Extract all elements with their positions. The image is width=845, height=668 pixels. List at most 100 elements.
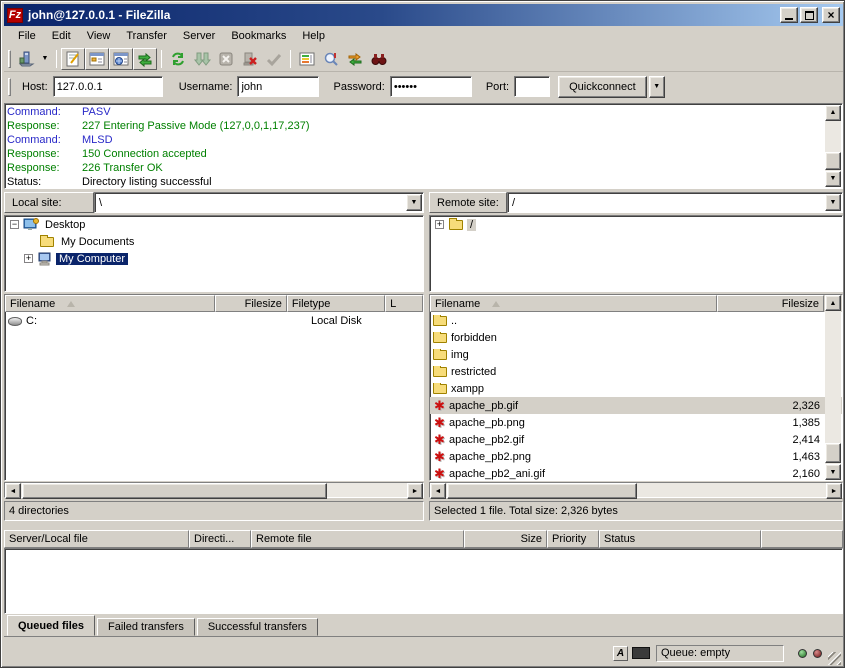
directory-filter-button[interactable] (295, 48, 319, 70)
tree-item-my-documents[interactable]: My Documents (5, 233, 423, 250)
tab-successful-transfers[interactable]: Successful transfers (197, 618, 318, 636)
speed-limits-icon[interactable] (632, 647, 650, 659)
remote-file-row[interactable]: restricted (430, 363, 842, 380)
column-last-modified[interactable]: L (385, 295, 423, 312)
password-input[interactable] (390, 76, 472, 97)
tab-failed-transfers[interactable]: Failed transfers (97, 618, 195, 636)
remote-file-row[interactable]: .. (430, 312, 842, 329)
scroll-up-button[interactable]: ▲ (825, 295, 841, 311)
refresh-button[interactable] (166, 48, 190, 70)
dropdown-arrow-icon: ▼ (42, 55, 49, 62)
maximize-button[interactable] (800, 7, 818, 23)
tree-item-my-computer[interactable]: + My Computer (5, 250, 423, 267)
column-filesize[interactable]: Filesize (717, 295, 824, 312)
quickconnect-dropdown[interactable]: ▼ (649, 76, 665, 98)
cancel-operation-button[interactable] (214, 48, 238, 70)
remote-site-combo[interactable]: / ▼ (507, 192, 843, 213)
username-input[interactable] (237, 76, 319, 97)
scroll-down-button[interactable]: ▼ (825, 171, 841, 187)
quickconnect-grip[interactable] (8, 78, 11, 96)
column-filesize[interactable]: Filesize (215, 295, 287, 312)
synchronized-browsing-button[interactable] (343, 48, 367, 70)
process-queue-button[interactable] (190, 48, 214, 70)
queue-list[interactable] (4, 548, 843, 614)
tree-item-desktop[interactable]: − Desktop (5, 216, 423, 233)
column-filename[interactable]: Filename (430, 295, 717, 312)
titlebar[interactable]: Fz john@127.0.0.1 - FileZilla × (4, 4, 843, 26)
close-button[interactable]: × (822, 7, 840, 23)
scroll-right-button[interactable]: ► (826, 483, 842, 499)
remote-file-row[interactable]: forbidden (430, 329, 842, 346)
remote-status: Selected 1 file. Total size: 2,326 bytes (429, 501, 843, 521)
remote-file-row[interactable]: ✱apache_pb2_ani.gif 2,160 (430, 465, 842, 481)
expand-icon[interactable]: + (435, 220, 444, 229)
toggle-local-tree-button[interactable] (85, 48, 109, 70)
toolbar-grip[interactable] (8, 50, 11, 68)
filter-icon (298, 50, 316, 68)
message-log[interactable]: Command:PASV Response:227 Entering Passi… (4, 103, 843, 189)
local-hscrollbar[interactable]: ◄ ► (4, 482, 424, 498)
remote-file-row[interactable]: img (430, 346, 842, 363)
menu-bookmarks[interactable]: Bookmarks (223, 28, 294, 44)
column-filename[interactable]: Filename (5, 295, 215, 312)
column-size[interactable]: Size (464, 530, 547, 548)
remote-file-row[interactable]: ✱apache_pb.png 1,385 (430, 414, 842, 431)
resize-grip[interactable] (828, 652, 841, 665)
collapse-icon[interactable]: − (10, 220, 19, 229)
column-filetype[interactable]: Filetype (287, 295, 385, 312)
menu-file[interactable]: File (10, 28, 44, 44)
menu-server[interactable]: Server (175, 28, 223, 44)
site-manager-dropdown[interactable]: ▼ (38, 48, 52, 70)
menu-view[interactable]: View (79, 28, 119, 44)
menu-help[interactable]: Help (294, 28, 333, 44)
column-label: Priority (552, 533, 586, 545)
local-file-row[interactable]: C: Local Disk (5, 312, 423, 329)
remote-vscrollbar[interactable]: ▲ ▼ (825, 295, 841, 480)
scroll-left-button[interactable]: ◄ (5, 483, 21, 499)
column-label: Filesize (245, 298, 282, 310)
column-direction[interactable]: Directi... (189, 530, 251, 548)
local-file-list[interactable]: Filename Filesize Filetype L C: Local Di… (4, 294, 424, 481)
remote-file-list[interactable]: Filename Filesize .. forbidden img restr… (429, 294, 843, 481)
scroll-thumb[interactable] (447, 483, 637, 499)
remote-file-row-selected[interactable]: ✱apache_pb.gif 2,326 (430, 397, 842, 414)
expand-icon[interactable]: + (24, 254, 33, 263)
menu-edit[interactable]: Edit (44, 28, 79, 44)
scroll-thumb[interactable] (825, 152, 841, 170)
toggle-message-log-button[interactable] (61, 48, 85, 70)
column-status[interactable]: Status (599, 530, 761, 548)
reconnect-button[interactable] (262, 48, 286, 70)
remote-file-row[interactable]: ✱apache_pb2.png 1,463 (430, 448, 842, 465)
toggle-remote-tree-button[interactable] (109, 48, 133, 70)
scroll-right-button[interactable]: ► (407, 483, 423, 499)
column-priority[interactable]: Priority (547, 530, 599, 548)
scroll-left-button[interactable]: ◄ (430, 483, 446, 499)
remote-file-row[interactable]: ✱apache_pb2.gif 2,414 (430, 431, 842, 448)
remote-hscrollbar[interactable]: ◄ ► (429, 482, 843, 498)
tab-queued-files[interactable]: Queued files (7, 615, 95, 636)
menu-transfer[interactable]: Transfer (118, 28, 175, 44)
local-tree[interactable]: − Desktop My Documents + (4, 215, 424, 292)
scroll-down-button[interactable]: ▼ (825, 464, 841, 480)
column-server-local-file[interactable]: Server/Local file (4, 530, 189, 548)
host-input[interactable] (53, 76, 163, 97)
remote-file-row[interactable]: xampp (430, 380, 842, 397)
site-manager-button[interactable] (14, 48, 38, 70)
combo-dropdown-button[interactable]: ▼ (406, 194, 422, 211)
minimize-button[interactable] (780, 7, 798, 23)
toggle-queue-button[interactable] (133, 48, 157, 70)
find-files-button[interactable] (367, 48, 391, 70)
directory-comparison-button[interactable] (319, 48, 343, 70)
local-site-combo[interactable]: \ ▼ (94, 192, 424, 213)
disconnect-button[interactable] (238, 48, 262, 70)
scroll-thumb[interactable] (22, 483, 327, 499)
column-remote-file[interactable]: Remote file (251, 530, 464, 548)
combo-dropdown-button[interactable]: ▼ (825, 194, 841, 211)
quickconnect-button[interactable]: Quickconnect (558, 76, 647, 98)
remote-tree[interactable]: + / (429, 215, 843, 292)
scroll-up-button[interactable]: ▲ (825, 105, 841, 121)
scroll-thumb[interactable] (825, 443, 841, 463)
port-input[interactable] (514, 76, 550, 97)
tree-item-root[interactable]: + / (430, 216, 842, 233)
log-scrollbar[interactable]: ▲ ▼ (825, 105, 841, 187)
